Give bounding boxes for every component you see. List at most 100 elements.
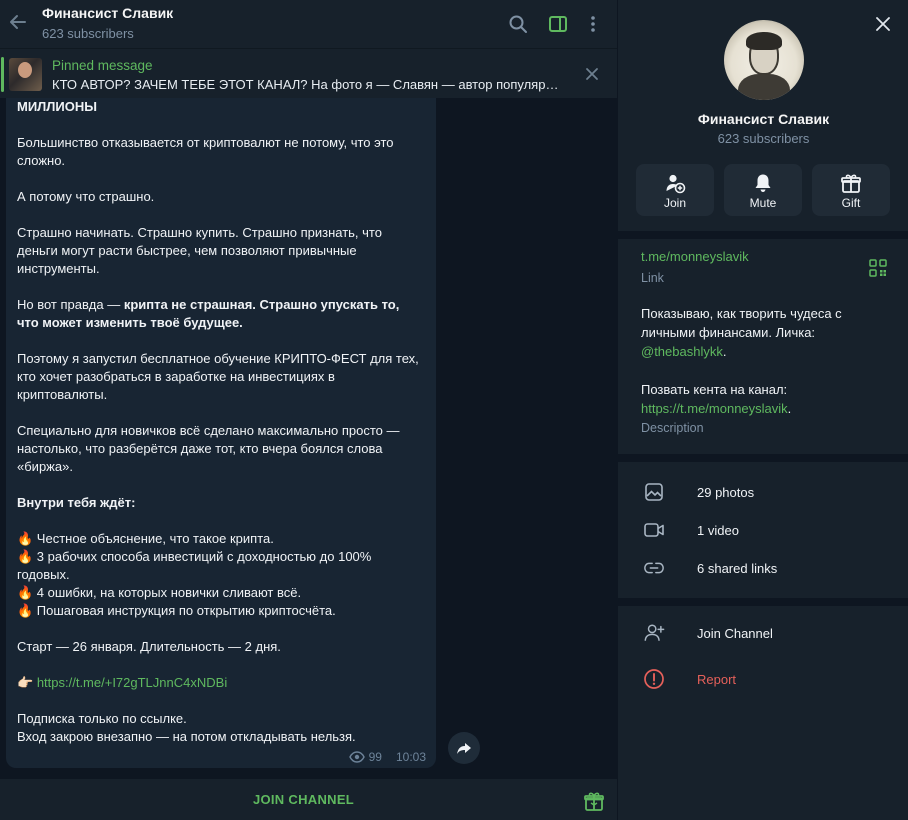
media-row-photos[interactable]: 29 photos	[618, 474, 908, 510]
message-line	[17, 404, 427, 422]
description-line: личными финансами. Личка:	[641, 325, 816, 340]
message-link[interactable]: https://t.me/+I72gTLJnnC4xNDBi	[37, 675, 227, 690]
description-line: Показываю, как творить чудеса с	[641, 306, 842, 321]
share-icon	[457, 743, 471, 754]
pinned-text: КТО АВТОР? ЗАЧЕМ ТЕБЕ ЭТОТ КАНАЛ? На фот…	[52, 77, 562, 92]
join-button[interactable]: Join	[636, 164, 714, 216]
message-text-run: кто хочет разобраться в заработке на инв…	[17, 369, 335, 384]
message-text-run: Большинство отказывается от криптовалют …	[17, 135, 394, 150]
message-line: годовых.	[17, 566, 427, 584]
add-user-icon	[664, 172, 686, 194]
message-line: Внутри тебя ждёт:	[17, 494, 427, 512]
message-line: Вход закрою внезапно — на потом откладыв…	[17, 728, 427, 746]
back-button[interactable]	[4, 8, 32, 36]
message-text-run: годовых.	[17, 567, 70, 582]
pinned-title: Pinned message	[52, 58, 153, 73]
report-row[interactable]: Report	[618, 661, 908, 697]
panel-close-button[interactable]	[872, 13, 894, 35]
mute-button[interactable]: Mute	[724, 164, 802, 216]
add-user-icon	[643, 622, 665, 644]
mute-label: Mute	[749, 196, 777, 210]
panel-subscribers: 623 subscribers	[717, 131, 810, 146]
toggle-sidebar-button[interactable]	[546, 12, 570, 36]
description-punct: .	[722, 344, 727, 359]
pinned-close-button[interactable]	[582, 64, 602, 84]
qr-code-button[interactable]	[869, 259, 887, 277]
video-icon	[643, 519, 665, 541]
description-punct: .	[787, 401, 792, 416]
message-text-run: Старт — 26 января. Длительность — 2 дня.	[17, 639, 281, 654]
message-line: кто хочет разобраться в заработке на инв…	[17, 368, 427, 386]
message-text: МИЛЛИОНЫ Большинство отказывается от кри…	[17, 98, 427, 746]
description-url-link[interactable]: https://t.me/monneyslavik	[641, 401, 788, 416]
message-line	[17, 512, 427, 530]
join-channel-label: Join Channel	[697, 625, 773, 641]
message-text-run: Страшно начинать. Страшно купить. Страшн…	[17, 225, 382, 240]
eye-icon	[348, 751, 365, 763]
message-line	[17, 476, 427, 494]
media-row-links[interactable]: 6 shared links	[618, 550, 908, 586]
message-line	[17, 692, 427, 710]
message-text-run: криптовалюты.	[17, 387, 108, 402]
join-channel-button[interactable]: JOIN CHANNEL	[0, 779, 607, 820]
message-line	[17, 170, 427, 188]
message-bold-run: что может изменить твоё будущее.	[17, 315, 243, 330]
message-text-run: 🔥 Честное объяснение, что такое крипта.	[17, 531, 274, 546]
gift-button[interactable]	[583, 790, 605, 812]
message-views: 99	[368, 750, 382, 764]
message-text-run: 👉🏻	[17, 675, 37, 690]
gift-label: Gift	[841, 196, 861, 210]
more-vertical-icon	[591, 16, 595, 32]
divider	[618, 454, 908, 462]
gift-action-button[interactable]: Gift	[812, 164, 890, 216]
channel-info-panel: Финансист Славик 623 subscribers Join Mu…	[617, 0, 908, 820]
message-bubble[interactable]: МИЛЛИОНЫ Большинство отказывается от кри…	[6, 98, 436, 768]
warning-icon	[643, 668, 665, 690]
message-line: Подписка только по ссылке.	[17, 710, 427, 728]
message-line: А потому что страшно.	[17, 188, 427, 206]
search-icon	[509, 15, 527, 33]
message-line	[17, 116, 427, 134]
message-line: Страшно начинать. Страшно купить. Страшн…	[17, 224, 427, 242]
message-text-run: 🔥 3 рабочих способа инвестиций с доходно…	[17, 549, 372, 564]
search-button[interactable]	[506, 12, 530, 36]
media-row-videos[interactable]: 1 video	[618, 512, 908, 548]
message-line: криптовалюты.	[17, 386, 427, 404]
share-button[interactable]	[448, 732, 480, 764]
message-line: инструменты.	[17, 260, 427, 278]
gift-icon	[840, 172, 862, 194]
divider	[618, 231, 908, 239]
message-line	[17, 620, 427, 638]
pinned-message-bar[interactable]: Pinned message КТО АВТОР? ЗАЧЕМ ТЕБЕ ЭТО…	[0, 48, 617, 98]
message-line: 👉🏻 https://t.me/+I72gTLJnnC4xNDBi	[17, 674, 427, 692]
message-meta: 99 10:03	[348, 750, 426, 764]
message-line: 🔥 Пошаговая инструкция по открытию крипт…	[17, 602, 427, 620]
message-line: 🔥 4 ошибки, на которых новички сливают в…	[17, 584, 427, 602]
message-text-run: Поэтому я запустил бесплатное обучение К…	[17, 351, 419, 366]
message-time: 10:03	[395, 750, 426, 764]
message-text-run: инструменты.	[17, 261, 100, 276]
message-text-run: 🔥 Пошаговая инструкция по открытию крипт…	[17, 603, 336, 618]
chat-title[interactable]: Финансист Славик	[42, 5, 173, 21]
message-text-run: Специально для новичков всё сделано макс…	[17, 423, 400, 438]
mention-link[interactable]: @thebashlykk	[641, 344, 723, 359]
message-text-run: А потому что страшно.	[17, 189, 155, 204]
message-line	[17, 656, 427, 674]
message-line: 🔥 3 рабочих способа инвестиций с доходно…	[17, 548, 427, 566]
message-line: деньги могут расти быстрее, чем позволяю…	[17, 242, 427, 260]
gift-icon	[584, 792, 604, 811]
message-text-run: 🔥 4 ошибки, на которых новички сливают в…	[17, 585, 302, 600]
message-text-run: Подписка только по ссылке.	[17, 711, 187, 726]
bottom-bar: JOIN CHANNEL	[0, 779, 617, 820]
channel-avatar[interactable]	[724, 20, 804, 100]
bell-icon	[752, 172, 774, 194]
close-icon	[586, 68, 598, 80]
join-channel-row[interactable]: Join Channel	[618, 615, 908, 651]
pinned-indicator	[1, 57, 4, 92]
photo-icon	[643, 481, 665, 503]
more-menu-button[interactable]	[581, 12, 605, 36]
channel-link[interactable]: t.me/monneyslavik	[641, 249, 749, 264]
sidebar-icon	[549, 16, 567, 32]
report-label: Report	[697, 671, 737, 687]
links-count: 6 shared links	[697, 560, 778, 576]
